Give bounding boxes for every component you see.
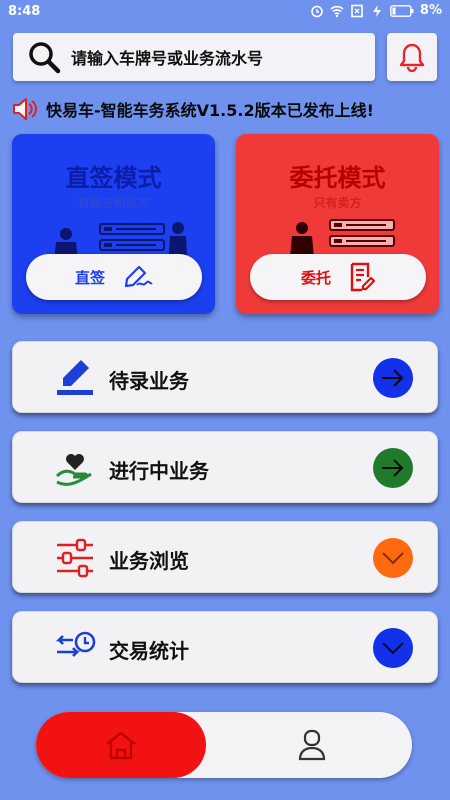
transaction-stats-item[interactable]: 交易统计 — [12, 611, 438, 683]
notification-button[interactable] — [387, 33, 437, 81]
in-progress-business-item[interactable]: 进行中业务 — [12, 431, 438, 503]
pending-business-item[interactable]: 待录业务 — [12, 341, 438, 413]
direct-mode-title: 直签模式 — [65, 164, 162, 192]
direct-mode-card[interactable]: 直签模式 有卖方和买方 直签 — [12, 134, 215, 314]
signature-pen-icon — [124, 265, 153, 288]
direct-sign-label: 直签 — [74, 268, 105, 287]
entrust-button[interactable]: 委托 — [250, 254, 426, 300]
wifi-icon — [330, 5, 344, 17]
business-browse-label: 业务浏览 — [109, 549, 189, 573]
exchange-clock-icon — [55, 631, 96, 657]
charging-icon — [372, 4, 381, 17]
business-browse-arrow[interactable] — [373, 538, 413, 578]
user-icon — [298, 729, 326, 761]
heart-hand-icon — [55, 454, 92, 486]
nav-home-tab[interactable] — [36, 712, 206, 778]
transaction-stats-arrow[interactable] — [373, 628, 413, 668]
arrow-right-icon — [382, 369, 404, 387]
document-edit-icon — [350, 262, 375, 292]
nav-profile-tab[interactable] — [212, 712, 412, 778]
bell-icon — [399, 43, 425, 72]
entrust-mode-card[interactable]: 委托模式 只有卖方 委托 — [236, 134, 439, 314]
direct-mode-subtitle: 有卖方和买方 — [77, 196, 150, 210]
battery-icon — [390, 4, 414, 17]
in-progress-business-arrow[interactable] — [373, 448, 413, 488]
in-progress-business-label: 进行中业务 — [109, 459, 209, 483]
arrow-right-icon — [382, 459, 404, 477]
sim-icon — [351, 4, 363, 17]
speaker-icon — [13, 98, 37, 120]
announcement-bar[interactable]: 快易车-智能车务系统V1.5.2版本已发布上线! — [12, 96, 442, 122]
entrust-mode-subtitle: 只有卖方 — [313, 196, 362, 210]
chevron-down-icon — [382, 642, 404, 655]
search-placeholder[interactable]: 请输入车牌号或业务流水号 — [71, 45, 263, 69]
pen-icon — [57, 360, 93, 395]
search-bar[interactable]: 请输入车牌号或业务流水号 — [13, 33, 375, 81]
home-icon — [106, 731, 136, 760]
sliders-icon — [57, 538, 93, 578]
announcement-text: 快易车-智能车务系统V1.5.2版本已发布上线! — [46, 101, 374, 120]
status-icons: 8% — [310, 3, 442, 18]
entrust-mode-title: 委托模式 — [289, 164, 386, 192]
direct-sign-button[interactable]: 直签 — [26, 254, 202, 300]
search-icon — [29, 42, 61, 74]
transaction-stats-label: 交易统计 — [109, 639, 189, 663]
chevron-down-icon — [382, 552, 404, 565]
pending-business-label: 待录业务 — [109, 369, 189, 393]
alarm-icon — [311, 5, 323, 17]
battery-percent: 8% — [419, 3, 442, 18]
business-browse-item[interactable]: 业务浏览 — [12, 521, 438, 593]
status-bar: 8:48 8% — [0, 0, 450, 24]
entrust-label: 委托 — [300, 268, 331, 287]
bottom-navigation — [36, 712, 412, 778]
status-time: 8:48 — [8, 4, 41, 19]
pending-business-arrow[interactable] — [373, 358, 413, 398]
